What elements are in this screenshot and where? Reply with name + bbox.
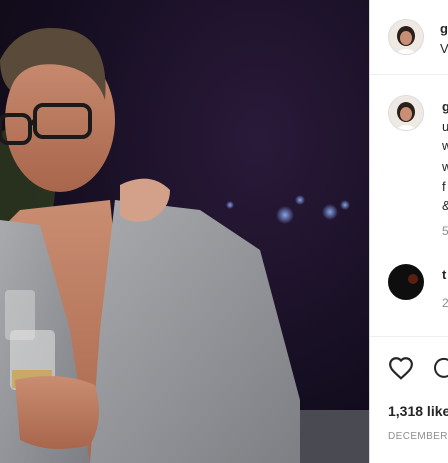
author-avatar[interactable] (388, 19, 424, 55)
comment-meta: 2 (442, 294, 448, 312)
comment-text-line: f (442, 179, 446, 194)
photo-illustration (0, 28, 369, 463)
profile-picture (389, 96, 423, 130)
comment-avatar[interactable] (388, 264, 424, 300)
heart-icon[interactable] (388, 356, 414, 380)
header-username[interactable]: g (440, 20, 448, 38)
post-date[interactable]: DECEMBER 3 (388, 428, 448, 446)
comment-username[interactable]: g (442, 98, 448, 116)
comment-text-line: u (442, 118, 448, 136)
profile-picture (389, 265, 423, 299)
profile-picture (389, 20, 423, 54)
header-subtitle[interactable]: V (440, 40, 448, 58)
comment-text-line: w (442, 137, 448, 155)
comment-username[interactable]: t (442, 266, 446, 284)
comment-avatar[interactable] (388, 95, 424, 131)
comment-text-line: & (442, 197, 448, 215)
comment-text-line: w (442, 158, 448, 176)
comment-icon[interactable] (432, 356, 448, 380)
post-side-panel: g V g u w w f & 5 t 2 1,318 like DECEMBE… (369, 0, 448, 463)
comment-meta: 5 (442, 222, 448, 240)
actions-divider (370, 336, 448, 337)
likes-count[interactable]: 1,318 like (388, 402, 448, 420)
post-photo[interactable] (0, 0, 369, 463)
header-divider (370, 74, 448, 75)
